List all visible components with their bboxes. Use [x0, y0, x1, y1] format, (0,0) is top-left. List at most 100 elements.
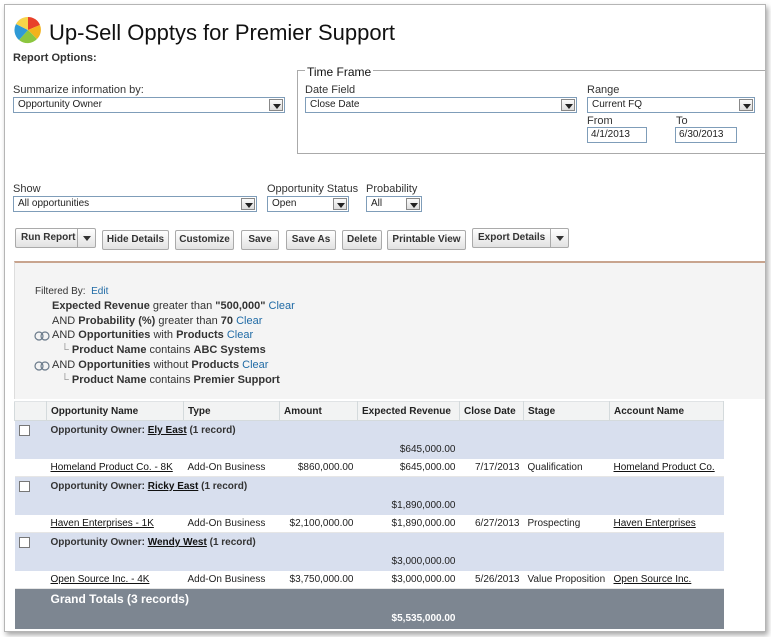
- hide-details-button[interactable]: Hide Details: [102, 230, 169, 250]
- delete-button[interactable]: Delete: [342, 230, 382, 250]
- grand-total-value-row: $5,535,000.00: [14, 608, 724, 629]
- summarize-select[interactable]: Opportunity Owner: [13, 97, 285, 113]
- account-link[interactable]: Open Source Inc.: [614, 574, 692, 585]
- filter-related-object: Products: [176, 329, 224, 341]
- close-date-cell: 6/27/2013: [459, 514, 524, 533]
- group-count: (1 record): [209, 536, 256, 548]
- show-value: All opportunities: [18, 198, 90, 209]
- probability-label: Probability: [366, 183, 418, 195]
- owner-link[interactable]: Wendy West: [148, 537, 207, 548]
- column-header[interactable]: Account Name: [609, 401, 724, 421]
- to-label: To: [676, 115, 688, 127]
- stage-cell: Prospecting: [523, 514, 610, 533]
- status-label: Opportunity Status: [267, 183, 359, 195]
- run-report-label: Run Report: [21, 232, 76, 243]
- date-field-select[interactable]: Close Date: [305, 97, 577, 113]
- to-date-input[interactable]: 6/30/2013: [675, 127, 737, 143]
- summarize-label: Summarize information by:: [13, 84, 144, 96]
- filter-operator: greater than: [152, 300, 213, 312]
- owner-link[interactable]: Ely East: [148, 425, 187, 436]
- column-header[interactable]: Opportunity Name: [46, 401, 184, 421]
- filtered-by-label: Filtered By:: [35, 286, 86, 297]
- chevron-down-icon: [739, 99, 753, 111]
- summarize-value: Opportunity Owner: [18, 99, 102, 110]
- tree-branch-icon: └: [61, 374, 69, 386]
- probability-select[interactable]: All: [366, 196, 422, 212]
- amount-cell: $2,100,000.00: [279, 514, 358, 533]
- filter-subrow-3: └ Product Name contains ABC Systems: [61, 344, 266, 356]
- opportunity-link[interactable]: Haven Enterprises - 1K: [51, 518, 154, 529]
- column-header[interactable]: Expected Revenue: [357, 401, 460, 421]
- run-report-button[interactable]: Run Report: [15, 228, 96, 248]
- filter-operator: contains: [149, 344, 191, 356]
- column-header[interactable]: Amount: [279, 401, 358, 421]
- row-checkbox[interactable]: [18, 536, 30, 548]
- clear-filter-link[interactable]: Clear: [242, 359, 268, 371]
- date-field-label: Date Field: [305, 84, 356, 96]
- group-header-row: Opportunity Owner: Ely East (1 record): [14, 420, 724, 440]
- filter-row-2: AND Probability (%) greater than 70 Clea…: [52, 315, 262, 327]
- expected-revenue-cell: $3,000,000.00: [357, 570, 460, 589]
- edit-filters-link[interactable]: Edit: [91, 286, 108, 297]
- type-cell: Add-On Business: [183, 458, 280, 477]
- customize-button[interactable]: Customize: [175, 230, 234, 250]
- group-prefix: Opportunity Owner:: [50, 536, 145, 548]
- close-date-cell: 5/26/2013: [459, 570, 524, 589]
- report-window: Up-Sell Opptys for Premier Support Repor…: [4, 4, 766, 632]
- filter-field: Product Name: [71, 344, 147, 356]
- opportunity-link[interactable]: Homeland Product Co. - 8K: [51, 462, 173, 473]
- export-details-button[interactable]: Export Details: [472, 228, 569, 248]
- owner-link[interactable]: Ricky East: [148, 481, 199, 492]
- save-button[interactable]: Save: [241, 230, 279, 250]
- group-count: (1 record): [201, 480, 248, 492]
- from-date-input[interactable]: 4/1/2013: [587, 127, 647, 143]
- status-select[interactable]: Open: [267, 196, 349, 212]
- opportunity-link[interactable]: Open Source Inc. - 4K: [51, 574, 150, 585]
- clear-filter-link[interactable]: Clear: [236, 315, 262, 327]
- account-link[interactable]: Haven Enterprises: [614, 518, 696, 529]
- column-header[interactable]: Stage: [523, 401, 610, 421]
- filter-prefix: AND: [52, 359, 76, 371]
- filter-operator: with: [153, 329, 174, 341]
- page-title: Up-Sell Opptys for Premier Support: [49, 20, 396, 45]
- clear-filter-link[interactable]: Clear: [269, 300, 295, 312]
- printable-view-button[interactable]: Printable View: [387, 230, 466, 250]
- report-logo-icon: [14, 16, 41, 44]
- filter-related-object: Products: [191, 359, 240, 371]
- filter-prefix: AND: [52, 329, 76, 341]
- clear-filter-link[interactable]: Clear: [227, 329, 253, 341]
- filter-field: Expected Revenue: [52, 300, 150, 312]
- chevron-down-icon[interactable]: [77, 229, 95, 247]
- account-link[interactable]: Homeland Product Co.: [614, 462, 715, 473]
- group-subtotal-row: $645,000.00: [14, 439, 724, 459]
- cross-filter-icon: [34, 361, 50, 371]
- range-select[interactable]: Current FQ: [587, 97, 755, 113]
- expected-revenue-cell: $1,890,000.00: [357, 514, 460, 533]
- export-details-label: Export Details: [478, 232, 546, 243]
- subtotal-value: $645,000.00: [357, 439, 460, 459]
- grand-total-label-row: Grand Totals (3 records): [14, 588, 724, 609]
- table-header-row: Opportunity Name Type Amount Expected Re…: [14, 401, 724, 421]
- chevron-down-icon: [241, 198, 255, 210]
- row-checkbox[interactable]: [18, 424, 30, 436]
- from-label: From: [587, 115, 613, 127]
- row-checkbox[interactable]: [18, 480, 30, 492]
- group-header: Opportunity Owner: Ely East (1 record): [46, 420, 724, 440]
- chevron-down-icon: [406, 198, 420, 210]
- show-select[interactable]: All opportunities: [13, 196, 257, 212]
- row-checkbox-cell: [14, 476, 47, 496]
- filter-header: Filtered By: Edit: [35, 286, 108, 297]
- amount-cell: $860,000.00: [279, 458, 358, 477]
- save-as-button[interactable]: Save As: [286, 230, 336, 250]
- cross-filter-icon: [34, 331, 50, 341]
- chevron-down-icon[interactable]: [550, 229, 568, 247]
- group-count: (1 record): [189, 424, 236, 436]
- grand-total-label: Grand Totals (3 records): [46, 588, 724, 609]
- column-header[interactable]: Close Date: [459, 401, 524, 421]
- column-header[interactable]: Type: [183, 401, 280, 421]
- filter-row-3: AND Opportunities with Products Clear: [52, 329, 253, 341]
- status-value: Open: [272, 198, 297, 209]
- group-header: Opportunity Owner: Ricky East (1 record): [46, 476, 724, 496]
- chevron-down-icon: [561, 99, 575, 111]
- chevron-down-icon: [333, 198, 347, 210]
